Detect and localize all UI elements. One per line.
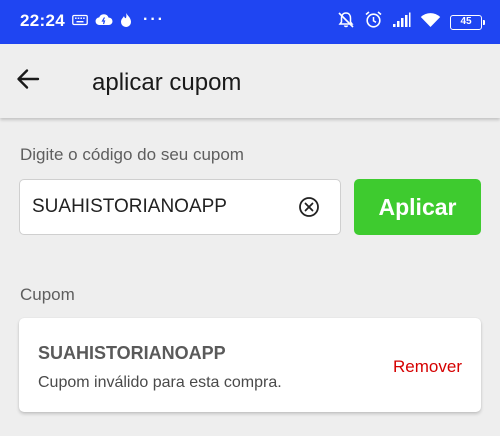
coupon-input-container — [19, 179, 341, 235]
back-button[interactable] — [10, 63, 46, 99]
page-title: aplicar cupom — [92, 69, 242, 96]
clear-input-button[interactable] — [298, 196, 320, 218]
keyboard-icon — [72, 13, 88, 31]
flame-icon — [120, 12, 132, 33]
status-system-icons: 45 — [337, 10, 485, 34]
applied-coupon-code: SUAHISTORIANOAPP — [38, 343, 226, 363]
status-bar: 22:24 ··· 45 — [0, 0, 500, 44]
arrow-left-icon — [16, 68, 40, 95]
app-bar: aplicar cupom — [0, 44, 500, 118]
status-time: 22:24 — [20, 11, 65, 30]
more-notifications-icon: ··· — [143, 11, 165, 28]
coupon-error-message: Cupom inválido para esta compra. — [38, 374, 282, 391]
battery-icon: 45 — [450, 14, 485, 30]
mute-icon — [337, 11, 355, 34]
apply-coupon-button[interactable]: Aplicar — [354, 179, 481, 235]
clear-circle-x-icon — [298, 197, 320, 222]
coupon-code-input[interactable] — [32, 180, 292, 234]
remove-coupon-button[interactable]: Remover — [393, 357, 462, 377]
applied-coupon-card: SUAHISTORIANOAPP Cupom inválido para est… — [19, 318, 481, 412]
alarm-icon — [364, 10, 383, 34]
coupon-entry-label: Digite o código do seu cupom — [20, 145, 244, 164]
cloud-icon — [95, 13, 113, 31]
wifi-icon — [420, 12, 441, 33]
status-notification-icons: ··· — [72, 11, 165, 33]
applied-coupon-label: Cupom — [20, 285, 75, 304]
signal-icon — [392, 12, 411, 33]
